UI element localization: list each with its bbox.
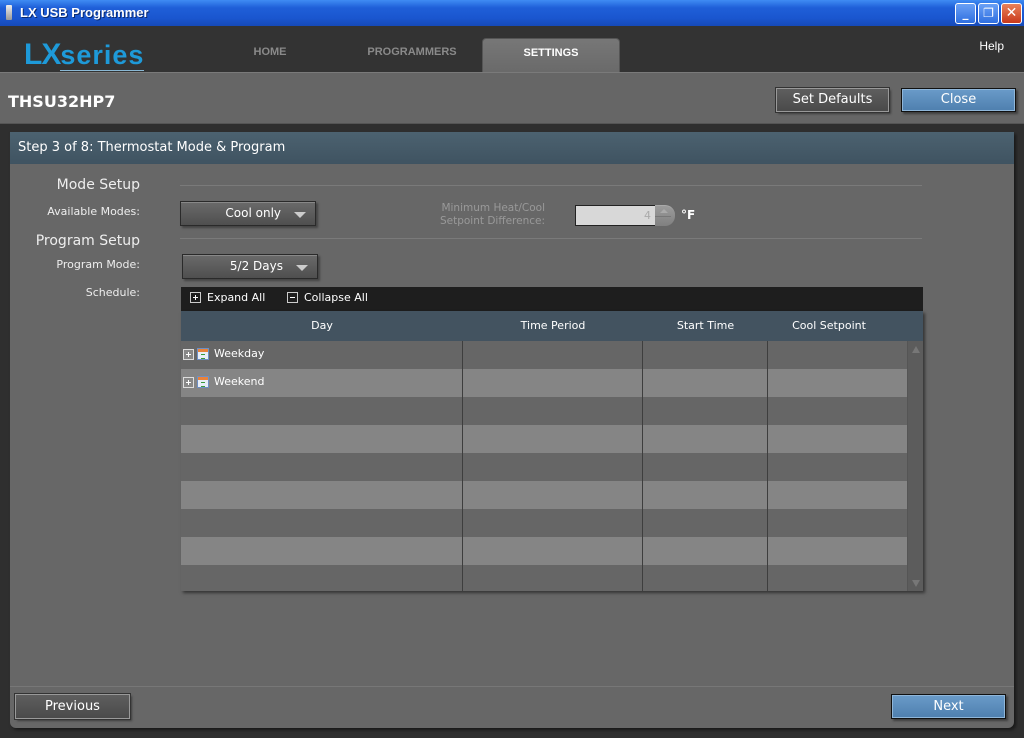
available-modes-value: Cool only xyxy=(225,206,281,220)
schedule-toolbar: Expand All Collapse All xyxy=(181,287,923,311)
schedule-grid: Day Time Period Start Time Cool Setpoint… xyxy=(181,311,923,591)
chevron-down-icon xyxy=(296,265,308,271)
min-setpoint-diff-label: Minimum Heat/Cool Setpoint Difference: xyxy=(410,202,545,228)
collapse-all-label: Collapse All xyxy=(304,291,368,304)
table-row[interactable]: Weekday xyxy=(181,341,907,369)
lx-series-logo: LXseries xyxy=(24,38,145,72)
spinner-up-icon xyxy=(660,209,668,213)
footer-divider xyxy=(10,686,1014,687)
scroll-up-icon[interactable] xyxy=(912,346,920,353)
device-name: THSU32HP7 xyxy=(8,92,116,111)
min-setpoint-diff-input[interactable]: 4 xyxy=(575,205,656,226)
empty-row xyxy=(181,537,907,565)
program-mode-dropdown[interactable]: 5/2 Days xyxy=(182,254,318,279)
empty-row xyxy=(181,453,907,481)
column-header-cool-setpoint[interactable]: Cool Setpoint xyxy=(768,311,890,341)
program-mode-value: 5/2 Days xyxy=(229,259,283,273)
schedule-scrollbar[interactable] xyxy=(907,341,923,591)
expand-icon xyxy=(190,292,201,303)
next-button[interactable]: Next xyxy=(891,694,1006,719)
collapse-all-button[interactable]: Collapse All xyxy=(287,291,368,305)
temperature-unit: °F xyxy=(681,208,696,222)
minimize-button[interactable]: _ xyxy=(955,3,976,24)
nav-tab-settings[interactable]: SETTINGS xyxy=(482,38,620,72)
calendar-icon xyxy=(197,376,209,388)
empty-row xyxy=(181,397,907,425)
expand-row-icon[interactable] xyxy=(183,376,194,388)
empty-row xyxy=(181,481,907,509)
expand-all-label: Expand All xyxy=(207,291,266,304)
window-title: LX USB Programmer xyxy=(20,5,149,20)
column-divider xyxy=(642,341,643,591)
column-divider xyxy=(462,341,463,591)
program-setup-title: Program Setup xyxy=(35,233,140,249)
collapse-icon xyxy=(287,292,298,303)
logo-prefix: LX xyxy=(24,38,61,71)
wizard-panel: Step 3 of 8: Thermostat Mode & Program M… xyxy=(10,132,1014,728)
spinner-divider xyxy=(655,216,671,217)
window-title-bar[interactable]: LX USB Programmer _ ❐ ✕ xyxy=(0,0,1024,26)
empty-row xyxy=(181,509,907,537)
expand-all-button[interactable]: Expand All xyxy=(190,291,265,305)
logo-suffix: series xyxy=(60,40,145,71)
column-header-start-time[interactable]: Start Time xyxy=(643,311,768,341)
help-link[interactable]: Help xyxy=(979,39,1004,53)
close-icon: ✕ xyxy=(1005,5,1018,21)
schedule-grid-body: Weekday Weekend xyxy=(181,341,907,591)
empty-row xyxy=(181,425,907,453)
mode-setup-title: Mode Setup xyxy=(56,177,140,193)
schedule-grid-header: Day Time Period Start Time Cool Setpoint xyxy=(181,311,923,341)
chevron-down-icon xyxy=(294,212,306,218)
program-mode-label: Program Mode: xyxy=(56,258,140,271)
day-cell: Weekday xyxy=(183,346,264,362)
app-header: LXseries HOME PROGRAMMERS SETTINGS Help xyxy=(0,26,1024,72)
table-row[interactable]: Weekend xyxy=(181,369,907,397)
app-icon xyxy=(6,5,12,20)
day-cell: Weekend xyxy=(183,374,264,390)
maximize-button[interactable]: ❐ xyxy=(978,3,999,24)
min-setpoint-diff-label-line1: Minimum Heat/Cool xyxy=(441,202,545,214)
nav-tab-programmers[interactable]: PROGRAMMERS xyxy=(362,38,462,72)
day-label: Weekday xyxy=(214,347,265,360)
program-setup-divider xyxy=(180,238,922,239)
schedule-label: Schedule: xyxy=(85,286,140,299)
column-header-time-period[interactable]: Time Period xyxy=(463,311,643,341)
mode-setup-divider xyxy=(180,185,922,186)
min-setpoint-diff-label-line2: Setpoint Difference: xyxy=(439,215,545,227)
restore-icon: ❐ xyxy=(983,6,994,20)
available-modes-dropdown[interactable]: Cool only xyxy=(180,201,316,226)
scroll-down-icon[interactable] xyxy=(912,580,920,587)
day-label: Weekend xyxy=(214,375,265,388)
column-header-day[interactable]: Day xyxy=(181,311,463,341)
minimize-icon: _ xyxy=(962,6,969,20)
calendar-icon xyxy=(197,348,209,360)
empty-row xyxy=(181,565,907,591)
set-defaults-button[interactable]: Set Defaults xyxy=(776,88,889,112)
column-divider xyxy=(767,341,768,591)
available-modes-label: Available Modes: xyxy=(47,205,140,218)
min-setpoint-diff-spinner[interactable] xyxy=(655,205,675,226)
expand-row-icon[interactable] xyxy=(183,348,194,360)
step-title: Step 3 of 8: Thermostat Mode & Program xyxy=(10,132,1014,164)
close-button[interactable]: Close xyxy=(901,88,1016,112)
window-close-button[interactable]: ✕ xyxy=(1001,3,1022,24)
previous-button[interactable]: Previous xyxy=(15,694,130,719)
nav-tab-home[interactable]: HOME xyxy=(240,38,300,72)
